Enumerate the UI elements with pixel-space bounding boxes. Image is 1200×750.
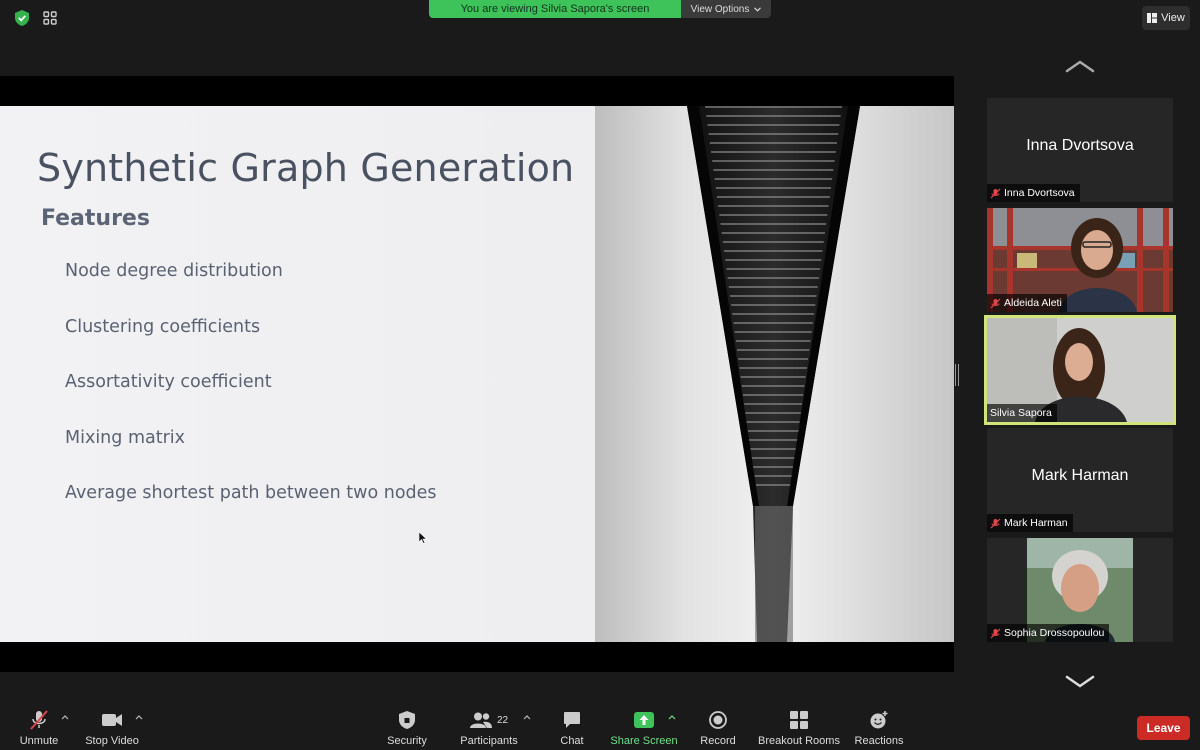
chat-bubble-icon — [564, 712, 580, 728]
unmute-label: Unmute — [19, 735, 59, 747]
chevron-up-icon[interactable] — [523, 714, 531, 720]
participants-button[interactable]: 22 Participants — [460, 710, 518, 748]
unmute-button[interactable]: Unmute — [19, 710, 59, 748]
breakout-rooms-icon — [790, 711, 808, 729]
security-label: Security — [387, 735, 427, 747]
participant-tile-aldeida-aleti[interactable]: Aldeida Aleti — [987, 208, 1173, 312]
breakout-rooms-button[interactable]: Breakout Rooms — [758, 710, 840, 748]
viewing-screen-banner: You are viewing Silvia Sapora's screen — [429, 0, 681, 18]
grid-icon[interactable] — [40, 8, 60, 28]
leave-button[interactable]: Leave — [1137, 716, 1190, 740]
top-bar: You are viewing Silvia Sapora's screen V… — [0, 0, 1200, 36]
chevron-up-icon[interactable] — [1064, 58, 1096, 74]
breakout-rooms-label: Breakout Rooms — [758, 735, 840, 747]
chat-label: Chat — [560, 735, 584, 747]
participants-count: 22 — [496, 714, 509, 726]
panel-resize-handle[interactable] — [955, 364, 959, 386]
feature-list: Node degree distribution Clustering coef… — [65, 261, 437, 539]
smiley-plus-icon — [870, 711, 888, 729]
reactions-button[interactable]: Reactions — [855, 710, 903, 748]
participant-label: Aldeida Aleti — [987, 294, 1067, 312]
meeting-toolbar: Unmute Stop Video Security 22 Participan… — [0, 702, 1200, 750]
participant-tile-inna-dvortsova[interactable]: Inna Dvortsova Inna Dvortsova — [987, 98, 1173, 202]
participant-name: Silvia Sapora — [990, 407, 1052, 419]
view-label: View — [1161, 12, 1185, 24]
slide-title: Synthetic Graph Generation — [37, 146, 575, 190]
mouse-cursor-icon — [419, 532, 427, 544]
record-icon — [709, 711, 727, 729]
stop-video-label: Stop Video — [85, 735, 139, 747]
share-screen-button[interactable]: Share Screen — [610, 710, 678, 748]
mic-muted-icon — [30, 710, 48, 730]
participant-tile-mark-harman[interactable]: Mark Harman Mark Harman — [987, 428, 1173, 532]
feature-item: Assortativity coefficient — [65, 372, 272, 392]
participant-label: Sophia Drossopoulou — [987, 624, 1110, 642]
chevron-up-icon[interactable] — [61, 714, 69, 720]
mic-muted-icon — [990, 298, 1001, 308]
feature-item: Mixing matrix — [65, 427, 185, 448]
security-button[interactable]: Security — [385, 710, 429, 748]
feature-item: Average shortest path between two nodes — [65, 483, 437, 503]
view-button[interactable]: View — [1142, 6, 1190, 30]
participant-tile-sophia-drossopoulou[interactable]: Sophia Drossopoulou — [987, 538, 1173, 642]
participants-label: Participants — [460, 735, 518, 747]
feature-item: Node degree distribution — [65, 261, 283, 281]
participants-icon — [469, 712, 492, 728]
shared-screen: Synthetic Graph Generation Features Node… — [0, 76, 954, 672]
chevron-up-icon[interactable] — [668, 714, 676, 720]
share-screen-icon — [634, 712, 654, 728]
participant-name: Mark Harman — [1004, 517, 1068, 529]
video-camera-icon — [102, 714, 122, 726]
chat-button[interactable]: Chat — [559, 710, 585, 748]
view-options-label: View Options — [690, 3, 750, 15]
feature-item: Clustering coefficients — [65, 316, 261, 337]
share-screen-label: Share Screen — [610, 735, 678, 747]
view-options-button[interactable]: View Options — [681, 0, 771, 18]
presentation-slide: Synthetic Graph Generation Features Node… — [0, 106, 954, 642]
record-button[interactable]: Record — [700, 710, 736, 748]
layout-icon — [1147, 13, 1158, 23]
mic-muted-icon — [990, 518, 1001, 528]
chevron-down-icon[interactable] — [1064, 674, 1096, 690]
stop-video-button[interactable]: Stop Video — [85, 710, 139, 748]
participant-label: Inna Dvortsova — [987, 184, 1080, 202]
participant-label: Mark Harman — [987, 514, 1073, 532]
viewing-screen-text: You are viewing Silvia Sapora's screen — [460, 3, 650, 15]
mic-muted-icon — [990, 188, 1001, 198]
chevron-up-icon[interactable] — [135, 714, 143, 720]
participant-name: Aldeida Aleti — [1004, 297, 1062, 309]
record-label: Record — [700, 735, 736, 747]
participant-label: Silvia Sapora — [987, 404, 1057, 422]
security-shield-icon[interactable] — [12, 8, 32, 28]
participant-name: Inna Dvortsova — [1004, 187, 1075, 199]
bridge-photo — [595, 106, 954, 642]
chevron-down-icon — [754, 6, 762, 12]
reactions-label: Reactions — [854, 735, 904, 747]
participant-name: Sophia Drossopoulou — [1004, 627, 1105, 639]
participant-tile-silvia-sapora[interactable]: Silvia Sapora — [984, 315, 1176, 425]
slide-subtitle: Features — [41, 206, 150, 231]
shield-icon — [399, 711, 415, 729]
mic-muted-icon — [990, 628, 1001, 638]
